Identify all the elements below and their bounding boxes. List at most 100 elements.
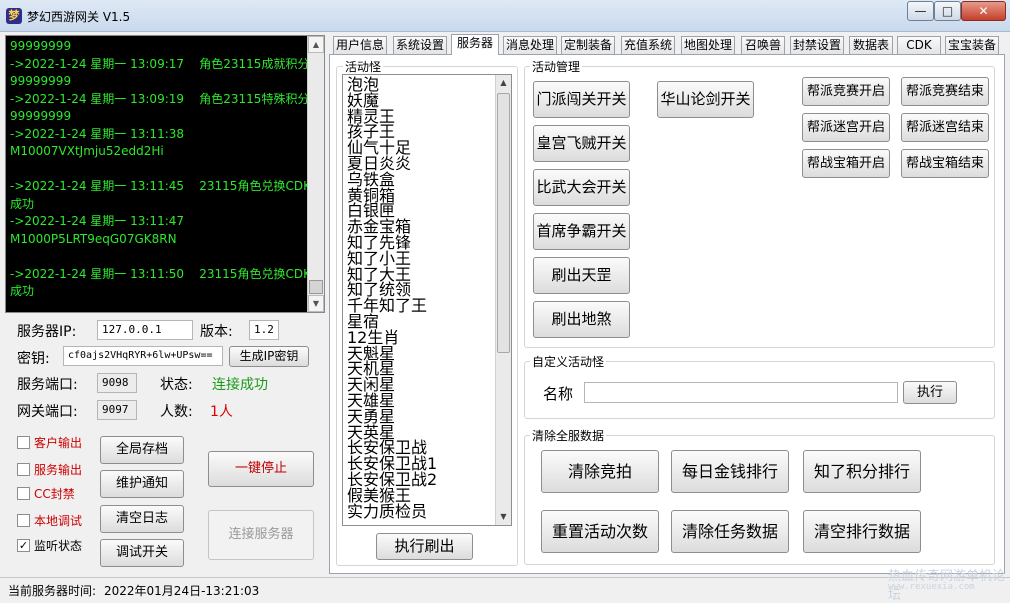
- log-line: 99999999: [10, 109, 72, 123]
- tab-ban-settings[interactable]: 封禁设置: [790, 36, 844, 54]
- minimize-button[interactable]: —: [907, 1, 934, 21]
- log-line: 成功: [10, 196, 35, 211]
- tab-server[interactable]: 服务器: [451, 34, 499, 55]
- guild-chest-end-button[interactable]: 帮战宝箱结束: [901, 149, 989, 178]
- version-field[interactable]: 1.2: [249, 320, 279, 340]
- watermark-url: www.rexuexia.com: [888, 582, 975, 592]
- guild-race-end-button[interactable]: 帮派竞赛结束: [901, 77, 989, 106]
- tab-map[interactable]: 地图处理: [681, 36, 735, 54]
- tab-baby-equipment[interactable]: 宝宝装备: [945, 36, 999, 54]
- checkbox-label: 客户输出: [34, 436, 83, 450]
- guild-maze-end-button[interactable]: 帮派迷宫结束: [901, 113, 989, 142]
- tab-recharge[interactable]: 充值系统: [621, 36, 675, 54]
- status-label: 状态:: [160, 377, 193, 393]
- log-line: M1000P5LRT9eqG07GK8RN: [10, 231, 177, 246]
- log-line: 99999999: [10, 74, 72, 88]
- checkbox-box[interactable]: [17, 487, 30, 500]
- generate-key-button[interactable]: 生成IP密钥: [229, 346, 309, 367]
- clear-log-button[interactable]: 清空日志: [100, 505, 184, 533]
- spawn-disha-button[interactable]: 刷出地煞: [533, 301, 630, 338]
- checkbox-label: 本地调试: [34, 514, 83, 528]
- app-logo-icon: 梦: [6, 8, 22, 24]
- guild-race-start-button[interactable]: 帮派竞赛开启: [802, 77, 890, 106]
- chief-battle-toggle-button[interactable]: 首席争霸开关: [533, 213, 630, 250]
- guild-chest-start-button[interactable]: 帮战宝箱开启: [802, 149, 890, 178]
- monster-name-input[interactable]: [584, 382, 898, 403]
- daily-money-rank-button[interactable]: 每日金钱排行: [671, 450, 789, 493]
- tab-user-info[interactable]: 用户信息: [333, 36, 387, 54]
- checkbox-label: 服务输出: [34, 463, 83, 477]
- tab-message[interactable]: 消息处理: [503, 36, 557, 54]
- close-button[interactable]: ✕: [961, 1, 1006, 21]
- reset-activity-count-button[interactable]: 重置活动次数: [541, 510, 659, 553]
- checkbox-label: CC封禁: [34, 487, 75, 501]
- log-scrollbar[interactable]: ▲ ▼: [307, 36, 324, 312]
- connection-status: 连接成功: [212, 377, 268, 393]
- window-title: 梦幻西游网关 V1.5: [27, 10, 131, 24]
- execute-refresh-button[interactable]: 执行刷出: [376, 533, 473, 560]
- title-bar: [0, 0, 1010, 32]
- monster-list-item[interactable]: 实力质检员: [347, 503, 437, 520]
- server-time-value: 2022年01月24日-13:21:03: [104, 584, 260, 598]
- scroll-down-icon[interactable]: ▼: [496, 509, 511, 525]
- huashan-toggle-button[interactable]: 华山论剑开关: [657, 81, 754, 118]
- log-lines: 99999999 ->2022-1-24 星期一 13:09:17 角色23115…: [10, 38, 311, 301]
- log-line: M10007VXtJmju52edd2Hi: [10, 144, 164, 158]
- log-line: ->2022-1-24 星期一 13:09:17 角色23115成就积分: [10, 56, 310, 71]
- gateway-port-label: 网关端口:: [17, 404, 78, 420]
- log-line: 99999999: [10, 39, 72, 53]
- save-all-button[interactable]: 全局存档: [100, 436, 184, 464]
- tab-custom-equipment[interactable]: 定制装备: [561, 36, 615, 54]
- monster-items: 泡泡 妖魔 精灵王 孩子王 仙气十足 夏日炎炎 乌铁盒 黄铜箱 白银匣 赤金宝箱 知了先锋 知了小王知…: [347, 77, 437, 519]
- martial-contest-toggle-button[interactable]: 比武大会开关: [533, 169, 630, 206]
- debug-toggle-button[interactable]: 调试开关: [100, 539, 184, 567]
- key-field[interactable]: cf0ajs2VHqRYR+6lw+UPsw==: [63, 346, 223, 366]
- scroll-up-icon[interactable]: ▲: [496, 75, 511, 91]
- checkbox-box[interactable]: [17, 463, 30, 476]
- clear-data-group-title: 清除全服数据: [530, 427, 607, 444]
- zhiliao-points-rank-button[interactable]: 知了积分排行: [803, 450, 921, 493]
- one-key-stop-button[interactable]: 一键停止: [208, 451, 314, 487]
- server-ip-field[interactable]: 127.0.0.1: [97, 320, 193, 340]
- clear-rank-data-button[interactable]: 清空排行数据: [803, 510, 921, 553]
- maintenance-notice-button[interactable]: 维护通知: [100, 470, 184, 498]
- clear-task-data-button[interactable]: 清除任务数据: [671, 510, 789, 553]
- log-line: ->2022-1-24 星期一 13:11:38: [10, 126, 185, 141]
- tab-system-settings[interactable]: 系统设置: [393, 36, 447, 54]
- key-label: 密钥:: [17, 351, 50, 367]
- checkbox-box[interactable]: [17, 436, 30, 449]
- checkbox-box[interactable]: [17, 514, 30, 527]
- maximize-button[interactable]: □: [934, 1, 961, 21]
- spawn-tiangang-button[interactable]: 刷出天罡: [533, 257, 630, 294]
- server-time-label: 当前服务器时间:: [8, 584, 97, 598]
- log-line: ->2022-1-24 星期一 13:11:47: [10, 214, 185, 228]
- scroll-down-icon[interactable]: ▼: [308, 295, 324, 312]
- server-ip-label: 服务器IP:: [17, 324, 77, 340]
- monster-scrollbar[interactable]: ▲ ▼: [495, 75, 511, 525]
- checkmark-icon[interactable]: ✓: [17, 539, 30, 552]
- tab-summon[interactable]: 召唤兽: [741, 36, 785, 54]
- tab-cdk[interactable]: CDK: [897, 36, 941, 54]
- custom-monster-group-title: 自定义活动怪: [530, 353, 607, 370]
- monster-scroll-thumb[interactable]: [497, 93, 510, 353]
- guild-maze-start-button[interactable]: 帮派迷宫开启: [802, 113, 890, 142]
- log-line: ->2022-1-24 星期一 13:11:50 23115角色兑换CDK: [10, 266, 311, 281]
- people-count: 1人: [210, 404, 233, 420]
- service-port-field[interactable]: 9098: [97, 373, 137, 393]
- tab-data-table[interactable]: 数据表: [849, 36, 893, 54]
- monster-listbox[interactable]: 泡泡 妖魔 精灵王 孩子王 仙气十足 夏日炎炎 乌铁盒 黄铜箱 白银匣 赤金宝箱 知了先锋 知了小王知…: [342, 74, 512, 526]
- sect-challenge-toggle-button[interactable]: 门派闯关开关: [533, 81, 630, 118]
- clear-auction-button[interactable]: 清除竞拍: [541, 450, 659, 493]
- version-label: 版本:: [200, 324, 233, 340]
- activity-group-title: 活动管理: [530, 58, 583, 75]
- execute-button[interactable]: 执行: [903, 381, 957, 404]
- palace-thief-toggle-button[interactable]: 皇宫飞贼开关: [533, 125, 630, 162]
- gateway-port-field[interactable]: 9097: [97, 400, 137, 420]
- log-scroll-thumb[interactable]: [309, 280, 323, 294]
- connect-server-button[interactable]: 连接服务器: [208, 510, 314, 560]
- scroll-up-icon[interactable]: ▲: [308, 36, 324, 53]
- log-console[interactable]: 99999999 ->2022-1-24 星期一 13:09:17 角色23115…: [5, 35, 325, 313]
- log-line: 成功: [10, 284, 35, 298]
